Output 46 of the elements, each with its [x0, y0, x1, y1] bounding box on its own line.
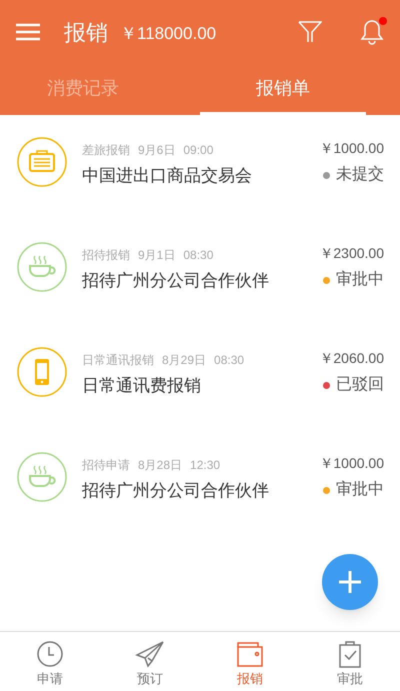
record-time: 08:30	[183, 247, 214, 264]
record-amount: ￥2300.00	[319, 244, 384, 263]
paper-plane-icon	[135, 638, 165, 669]
record-title: 中国进出口商品交易会	[82, 165, 253, 187]
coffee-cup-icon	[17, 452, 67, 502]
record-date: 9月1日	[138, 247, 176, 264]
nav-tab[interactable]: 报销	[200, 632, 300, 691]
expense-record[interactable]: 招待报销 9月1日 08:30 招待广州分公司合作伙伴 ￥2300.00 审批中	[0, 220, 400, 325]
record-title: 招待广州分公司合作伙伴	[82, 270, 270, 292]
expense-record[interactable]: 差旅报销 9月6日 09:00 中国进出口商品交易会 ￥1000.00 未提交	[0, 115, 400, 220]
record-status: 审批中	[336, 270, 384, 290]
record-category: 招待报销	[82, 247, 130, 264]
expense-record[interactable]: 日常通讯报销 8月29日 08:30 日常通讯费报销 ￥2060.00 已驳回	[0, 325, 400, 430]
record-amount: ￥1000.00	[319, 139, 384, 158]
record-date: 9月6日	[138, 142, 176, 159]
record-status: 已驳回	[336, 375, 384, 395]
plus-icon	[339, 571, 361, 593]
page-title: 报销	[64, 18, 108, 46]
notification-button[interactable]	[360, 19, 384, 45]
clock-icon	[35, 638, 65, 669]
coffee-cup-icon	[17, 242, 67, 292]
record-status: 审批中	[336, 480, 384, 500]
record-time: 12:30	[190, 457, 220, 474]
record-category: 差旅报销	[82, 142, 130, 159]
record-amount: ￥1000.00	[319, 454, 384, 473]
record-amount: ￥2060.00	[319, 349, 384, 368]
record-title: 招待广州分公司合作伙伴	[82, 480, 270, 502]
smartphone-icon	[17, 347, 67, 397]
filter-icon[interactable]	[298, 20, 322, 44]
nav-tab[interactable]: 申请	[0, 632, 100, 691]
record-date: 8月29日	[162, 352, 206, 369]
tab[interactable]: 报销单	[200, 64, 366, 115]
expense-record[interactable]: 招待申请 8月28日 12:30 招待广州分公司合作伙伴 ￥1000.00 审批中	[0, 430, 400, 535]
record-date: 8月28日	[138, 457, 182, 474]
record-category: 日常通讯报销	[82, 352, 154, 369]
record-category: 招待申请	[82, 457, 130, 474]
nav-tab[interactable]: 审批	[300, 632, 400, 691]
menu-icon[interactable]	[16, 23, 40, 41]
briefcase-icon	[17, 137, 67, 187]
record-time: 08:30	[214, 352, 244, 369]
total-amount: ￥118000.00	[120, 23, 216, 46]
record-title: 日常通讯费报销	[82, 375, 202, 397]
nav-tab[interactable]: 预订	[100, 632, 200, 691]
record-status: 未提交	[336, 164, 384, 185]
record-time: 09:00	[183, 142, 214, 159]
bell-icon	[360, 19, 384, 45]
